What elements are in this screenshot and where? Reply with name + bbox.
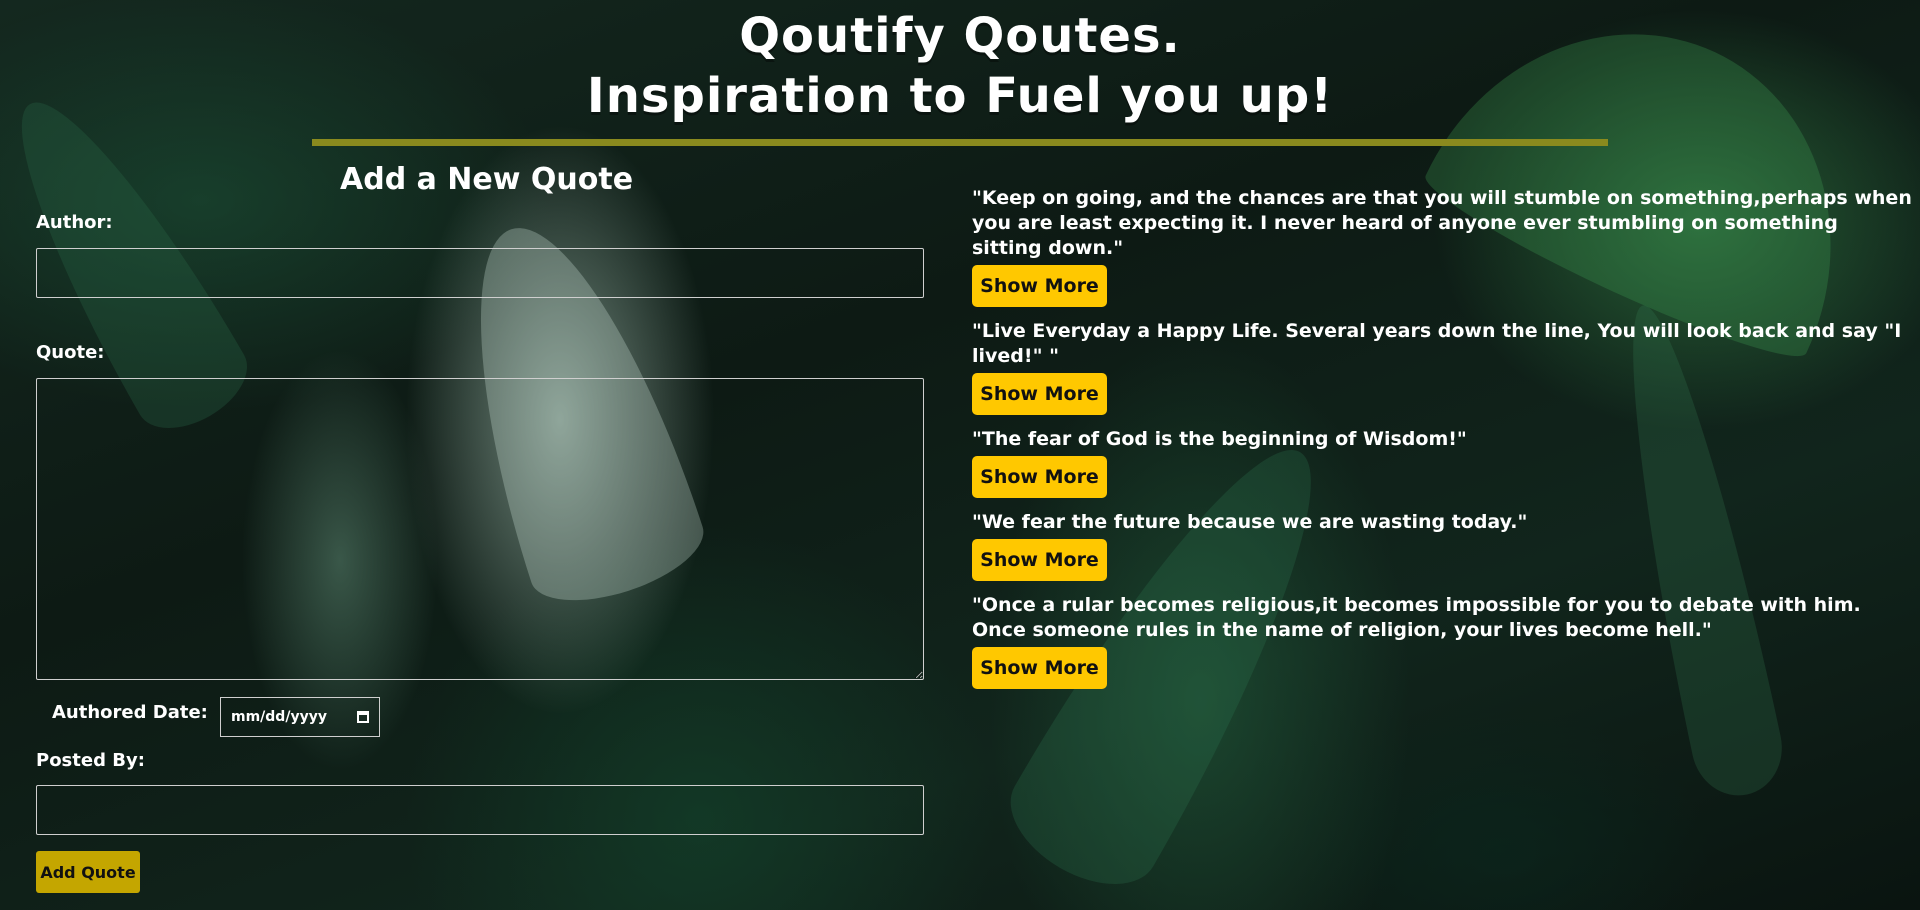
- quote-text: "Keep on going, and the chances are that…: [972, 187, 1912, 259]
- show-more-button[interactable]: Show More: [972, 265, 1107, 307]
- quote-label: Quote:: [36, 342, 105, 363]
- page: Qoutify Qoutes. Inspiration to Fuel you …: [0, 0, 1920, 910]
- posted-by-label: Posted By:: [36, 750, 145, 771]
- authored-date-input[interactable]: mm/dd/yyyy: [220, 697, 380, 737]
- show-more-button[interactable]: Show More: [972, 539, 1107, 581]
- show-more-button[interactable]: Show More: [972, 373, 1107, 415]
- quote-list: "Keep on going, and the chances are that…: [972, 186, 1912, 701]
- authored-date-label: Authored Date:: [52, 702, 208, 723]
- date-placeholder: mm/dd/yyyy: [231, 709, 327, 725]
- add-quote-button[interactable]: Add Quote: [36, 851, 140, 893]
- quote-text: "The fear of God is the beginning of Wis…: [972, 428, 1467, 450]
- show-more-button[interactable]: Show More: [972, 647, 1107, 689]
- site-title: Qoutify Qoutes.: [739, 8, 1181, 64]
- form-title: Add a New Quote: [340, 162, 634, 197]
- header-divider: [312, 139, 1608, 146]
- quote-item: "The fear of God is the beginning of Wis…: [972, 427, 1912, 498]
- calendar-icon[interactable]: [357, 711, 369, 723]
- site-header: Qoutify Qoutes. Inspiration to Fuel you …: [0, 6, 1920, 126]
- author-label: Author:: [36, 212, 113, 233]
- site-tagline: Inspiration to Fuel you up!: [586, 68, 1334, 124]
- posted-by-input[interactable]: [36, 785, 924, 835]
- author-input[interactable]: [36, 248, 924, 298]
- quote-item: "Keep on going, and the chances are that…: [972, 186, 1912, 307]
- quote-item: "We fear the future because we are wasti…: [972, 510, 1912, 581]
- quote-textarea[interactable]: [36, 378, 924, 680]
- quote-item: "Once a rular becomes religious,it becom…: [972, 593, 1912, 689]
- quote-text: "Once a rular becomes religious,it becom…: [972, 594, 1861, 641]
- quote-text: "Live Everyday a Happy Life. Several yea…: [972, 320, 1902, 367]
- quote-text: "We fear the future because we are wasti…: [972, 511, 1528, 533]
- show-more-button[interactable]: Show More: [972, 456, 1107, 498]
- quote-item: "Live Everyday a Happy Life. Several yea…: [972, 319, 1912, 415]
